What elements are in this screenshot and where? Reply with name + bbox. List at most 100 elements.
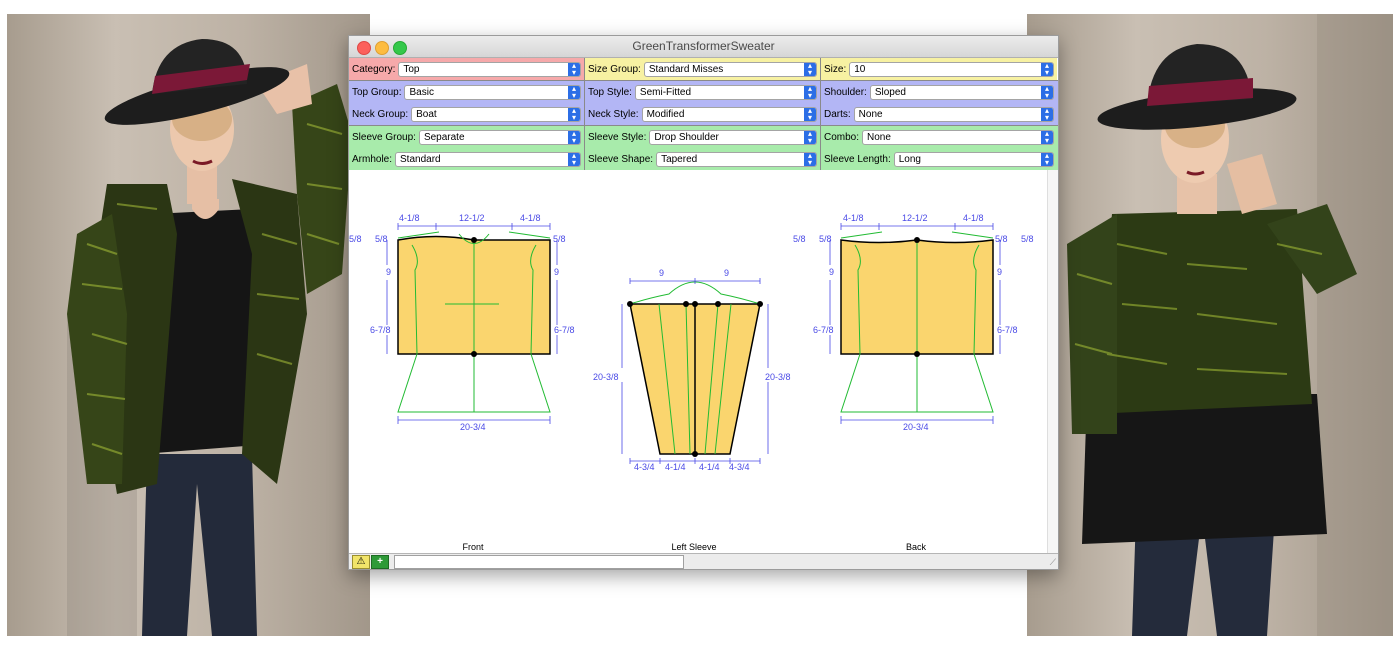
select-arrows-icon: ▴ ▾ [568, 107, 580, 121]
darts-select[interactable]: None ▴ ▾ [853, 106, 1054, 122]
sleeve-caption: Left Sleeve [671, 542, 716, 552]
combo-value: None [867, 131, 891, 143]
back-lower-right-dim: 6-7/8 [997, 325, 1018, 335]
front-lower-right-dim: 6-7/8 [554, 325, 575, 335]
right-photo-illustration [1067, 14, 1393, 636]
neck-style-select[interactable]: Modified ▴ ▾ [641, 106, 817, 122]
top-group-value: Basic [409, 86, 434, 98]
size-label: Size: [824, 63, 847, 75]
sleeve-side-left-dim: 20-3/8 [593, 372, 619, 382]
front-marker-waist [471, 351, 477, 357]
resize-grip-icon[interactable]: ⟋ [1050, 557, 1056, 568]
sleeve-top-left-dim: 9 [659, 268, 664, 278]
app-window: GreenTransformerSweater Category: Top ▴ ▾… [348, 35, 1059, 570]
neck-group-value: Boat [416, 108, 437, 120]
size-group-value: Standard Misses [648, 63, 724, 75]
back-top-right-dim: 4-1/8 [963, 213, 984, 223]
row-neck: Neck Group: Boat ▴ ▾ Neck Style: Modified… [349, 103, 1058, 126]
right-model-photo [1027, 14, 1393, 636]
back-side-right-dim: 9 [997, 267, 1002, 277]
sleeve-style-cell: Sleeve Style: Drop Shoulder ▴ ▾ [585, 126, 821, 148]
sleeve-bottom-4-dim: 4-3/4 [729, 462, 750, 472]
select-arrows-icon: ▴ ▾ [1041, 152, 1053, 166]
darts-label: Darts: [824, 108, 851, 120]
status-bar: ⚠ + ⟋ [349, 553, 1058, 569]
sleeve-length-select[interactable]: Long ▴ ▾ [893, 151, 1054, 167]
neck-group-select[interactable]: Boat ▴ ▾ [411, 106, 581, 122]
left-photo-illustration [67, 39, 352, 636]
front-shoulder-right-dim: 5/8 [553, 234, 566, 244]
status-field [394, 555, 684, 569]
select-arrows-icon: ▴ ▾ [804, 130, 816, 144]
sleeve-length-label: Sleeve Length: [824, 153, 891, 165]
size-group-label: Size Group: [588, 63, 641, 75]
top-style-cell: Top Style: Semi-Fitted ▴ ▾ [585, 81, 821, 103]
armhole-label: Armhole: [352, 153, 393, 165]
neck-style-cell: Neck Style: Modified ▴ ▾ [585, 103, 821, 125]
sleeve-marker-center [692, 301, 698, 307]
sleeve-style-select[interactable]: Drop Shoulder ▴ ▾ [649, 129, 817, 145]
pattern-canvas[interactable]: 4-1/8 12-1/2 4-1/8 5/8 5/8 5/8 9 9 6-7/8… [349, 170, 1047, 553]
vertical-scrollbar[interactable] [1047, 170, 1058, 553]
front-piece: 4-1/8 12-1/2 4-1/8 5/8 5/8 5/8 9 9 6-7/8… [349, 213, 575, 552]
category-label: Category: [352, 63, 396, 75]
sleeve-side-right-dim: 20-3/8 [765, 372, 791, 382]
select-arrows-icon: ▴ ▾ [1041, 85, 1053, 99]
neck-style-label: Neck Style: [588, 108, 639, 120]
back-caption: Back [906, 542, 927, 552]
sleeve-group-label: Sleeve Group: [352, 131, 416, 143]
front-marker-top [471, 237, 477, 243]
combo-cell: Combo: None ▴ ▾ [821, 126, 1057, 148]
select-arrows-icon: ▴ ▾ [568, 62, 580, 76]
sleeve-length-value: Long [898, 153, 921, 165]
category-select[interactable]: Top ▴ ▾ [398, 61, 581, 77]
sleeve-shape-select[interactable]: Tapered ▴ ▾ [656, 151, 817, 167]
back-top-left-dim: 4-1/8 [843, 213, 864, 223]
size-group-select[interactable]: Standard Misses ▴ ▾ [643, 61, 817, 77]
row-sleeve: Sleeve Group: Separate ▴ ▾ Sleeve Style: … [349, 126, 1058, 148]
window-title: GreenTransformerSweater [632, 39, 775, 53]
sleeve-bottom-3-dim: 4-1/4 [699, 462, 720, 472]
sleeve-marker-cr [715, 301, 721, 307]
sleeve-group-select[interactable]: Separate ▴ ▾ [418, 129, 581, 145]
sleeve-group-value: Separate [423, 131, 465, 143]
top-group-select[interactable]: Basic ▴ ▾ [404, 84, 581, 100]
combo-select[interactable]: None ▴ ▾ [862, 129, 1054, 145]
plus-icon[interactable]: + [371, 555, 389, 569]
sleeve-bottom-1-dim: 4-3/4 [634, 462, 655, 472]
warning-icon[interactable]: ⚠ [352, 555, 370, 569]
front-side-left-dim: 9 [386, 267, 391, 277]
schematic-drawing: 4-1/8 12-1/2 4-1/8 5/8 5/8 5/8 9 9 6-7/8… [349, 213, 1034, 552]
shoulder-value: Sloped [874, 86, 906, 98]
back-shoulder-right-outer-dim: 5/8 [1021, 234, 1034, 244]
shoulder-select[interactable]: Sloped ▴ ▾ [869, 84, 1054, 100]
armhole-select[interactable]: Standard ▴ ▾ [395, 151, 581, 167]
select-arrows-icon: ▴ ▾ [804, 62, 816, 76]
armhole-value: Standard [400, 153, 441, 165]
front-caption: Front [462, 542, 484, 552]
select-arrows-icon: ▴ ▾ [568, 130, 580, 144]
top-style-select[interactable]: Semi-Fitted ▴ ▾ [634, 84, 817, 100]
darts-value: None [858, 108, 883, 120]
select-arrows-icon: ▴ ▾ [568, 85, 580, 99]
sleeve-shape-label: Sleeve Shape: [588, 153, 654, 165]
select-arrows-icon: ▴ ▾ [804, 107, 816, 121]
back-bottom-dim: 20-3/4 [903, 422, 929, 432]
title-bar: GreenTransformerSweater [349, 36, 1058, 58]
front-shoulder-outer-dim: 5/8 [349, 234, 362, 244]
back-side-left-dim: 9 [829, 267, 834, 277]
back-piece: 4-1/8 12-1/2 4-1/8 5/8 5/8 5/8 5/8 9 9 6… [793, 213, 1034, 552]
front-bottom-dim: 20-3/4 [460, 422, 486, 432]
size-cell: Size: 10 ▴ ▾ [821, 58, 1057, 80]
back-shoulder-outer-dim: 5/8 [793, 234, 806, 244]
select-arrows-icon: ▴ ▾ [1041, 107, 1053, 121]
sleeve-marker-left [627, 301, 633, 307]
select-arrows-icon: ▴ ▾ [804, 85, 816, 99]
sleeve-piece: 9 9 20-3/8 20-3/8 4-3/4 4-1/4 4-1/4 4-3/… [593, 268, 791, 552]
size-select[interactable]: 10 ▴ ▾ [849, 61, 1054, 77]
front-lower-left-dim: 6-7/8 [370, 325, 391, 335]
sleeve-marker-cl [683, 301, 689, 307]
select-arrows-icon: ▴ ▾ [1041, 62, 1053, 76]
armhole-cell: Armhole: Standard ▴ ▾ [349, 148, 585, 170]
select-arrows-icon: ▴ ▾ [1041, 130, 1053, 144]
